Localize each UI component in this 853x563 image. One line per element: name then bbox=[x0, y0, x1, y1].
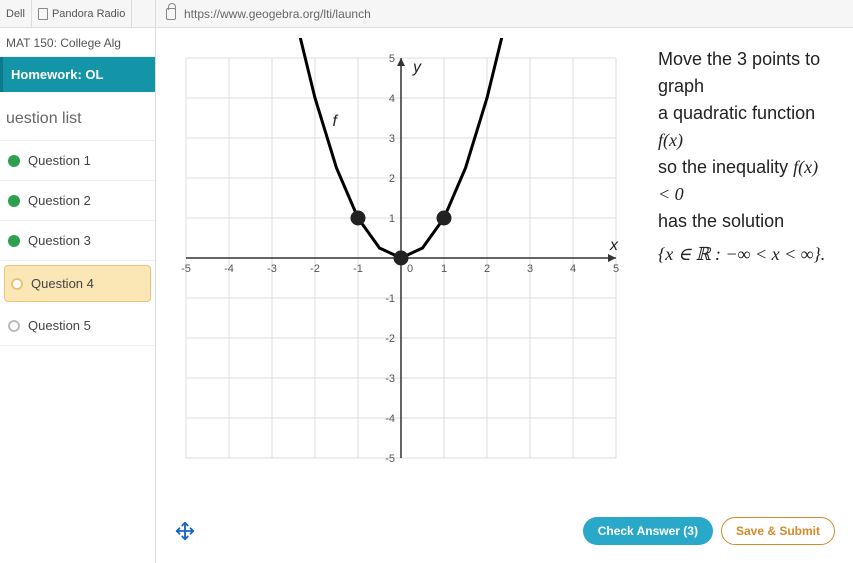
control-point-2[interactable] bbox=[394, 251, 408, 265]
sidebar: Dell Pandora Radio MAT 150: College Alg … bbox=[0, 0, 156, 563]
prompt-line: Move the 3 points to graph bbox=[658, 46, 829, 100]
question-label: Question 5 bbox=[28, 318, 91, 333]
page-icon bbox=[38, 8, 48, 20]
control-point-1[interactable] bbox=[351, 211, 365, 225]
main-area: https://www.geogebra.org/lti/launch -5 -4… bbox=[156, 0, 853, 563]
footer-bar: Check Answer (3) Save & Submit bbox=[156, 507, 853, 563]
control-point-3[interactable] bbox=[437, 211, 451, 225]
status-dot-current-icon bbox=[11, 278, 23, 290]
coordinate-graph[interactable]: -5 -4 -3 -2 -1 0 1 2 3 4 5 -5 -4 -3 -2 -1 1 2 3 4 5 x y f bbox=[166, 38, 636, 478]
url-text: https://www.geogebra.org/lti/launch bbox=[184, 7, 371, 21]
course-title: MAT 150: College Alg bbox=[0, 28, 155, 57]
homework-label: Homework: OL bbox=[11, 67, 103, 82]
svg-text:-2: -2 bbox=[385, 333, 395, 345]
svg-text:-3: -3 bbox=[267, 263, 277, 275]
prompt-line: so the inequality f(x) < 0 bbox=[658, 154, 829, 208]
question-label: Question 3 bbox=[28, 233, 91, 248]
svg-text:2: 2 bbox=[389, 173, 395, 185]
svg-text:1: 1 bbox=[389, 213, 395, 225]
svg-text:4: 4 bbox=[570, 263, 576, 275]
svg-text:5: 5 bbox=[613, 263, 619, 275]
svg-text:5: 5 bbox=[389, 53, 395, 65]
prompt-line: a quadratic function f(x) bbox=[658, 100, 829, 154]
svg-text:4: 4 bbox=[389, 93, 395, 105]
move-tool-icon[interactable] bbox=[174, 520, 196, 542]
save-submit-button[interactable]: Save & Submit bbox=[721, 517, 835, 545]
question-label: Question 1 bbox=[28, 153, 91, 168]
svg-text:-2: -2 bbox=[310, 263, 320, 275]
graph-panel[interactable]: -5 -4 -3 -2 -1 0 1 2 3 4 5 -5 -4 -3 -2 -1 1 2 3 4 5 x y f bbox=[166, 38, 636, 507]
svg-text:-5: -5 bbox=[181, 263, 191, 275]
question-item-1[interactable]: Question 1 bbox=[0, 141, 155, 181]
question-label: Question 2 bbox=[28, 193, 91, 208]
question-item-2[interactable]: Question 2 bbox=[0, 181, 155, 221]
svg-text:0: 0 bbox=[407, 263, 413, 275]
question-item-3[interactable]: Question 3 bbox=[0, 221, 155, 261]
svg-text:3: 3 bbox=[527, 263, 533, 275]
svg-text:-1: -1 bbox=[353, 263, 363, 275]
svg-text:2: 2 bbox=[484, 263, 490, 275]
address-bar[interactable]: https://www.geogebra.org/lti/launch bbox=[156, 0, 853, 28]
question-list-title: uestion list bbox=[0, 92, 155, 141]
question-item-4[interactable]: Question 4 bbox=[4, 265, 151, 302]
status-dot-complete-icon bbox=[8, 155, 20, 167]
status-dot-partial-icon bbox=[8, 235, 20, 247]
svg-text:f: f bbox=[333, 113, 339, 130]
tab-label: Dell bbox=[6, 8, 25, 20]
svg-text:x: x bbox=[609, 237, 619, 254]
browser-tabs: Dell Pandora Radio bbox=[0, 0, 155, 28]
lock-icon bbox=[166, 8, 176, 20]
check-answer-button[interactable]: Check Answer (3) bbox=[583, 517, 713, 545]
status-dot-complete-icon bbox=[8, 195, 20, 207]
svg-text:-5: -5 bbox=[385, 453, 395, 465]
status-dot-todo-icon bbox=[8, 320, 20, 332]
svg-text:-3: -3 bbox=[385, 373, 395, 385]
svg-text:-4: -4 bbox=[385, 413, 395, 425]
svg-text:-1: -1 bbox=[385, 293, 395, 305]
homework-header[interactable]: Homework: OL bbox=[0, 57, 155, 92]
question-label: Question 4 bbox=[31, 276, 94, 291]
prompt-solution: {x ∈ ℝ : −∞ < x < ∞}. bbox=[658, 241, 829, 268]
tab-label: Pandora Radio bbox=[52, 8, 125, 20]
svg-text:3: 3 bbox=[389, 133, 395, 145]
svg-text:1: 1 bbox=[441, 263, 447, 275]
prompt-line: has the solution bbox=[658, 208, 829, 235]
svg-text:y: y bbox=[412, 59, 422, 76]
prompt-text: Move the 3 points to graph a quadratic f… bbox=[636, 38, 843, 507]
svg-text:-4: -4 bbox=[224, 263, 234, 275]
tab-pandora[interactable]: Pandora Radio bbox=[32, 0, 132, 27]
tab-dell[interactable]: Dell bbox=[0, 0, 32, 27]
question-item-5[interactable]: Question 5 bbox=[0, 306, 155, 346]
